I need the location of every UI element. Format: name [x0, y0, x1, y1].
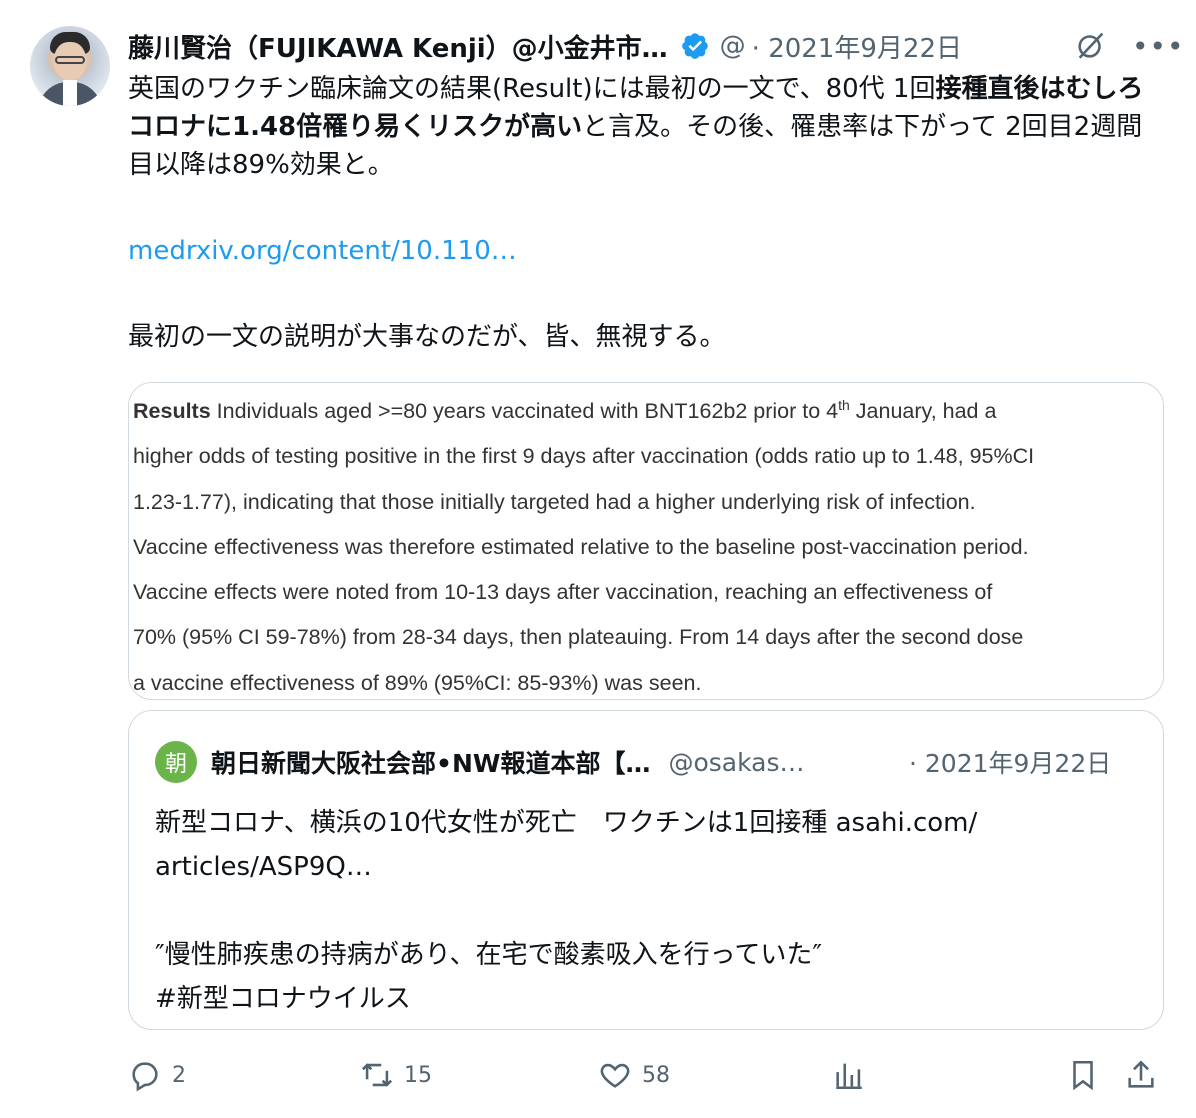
abstract-line-7: a vaccine effectiveness of 89% (95%CI: 8…	[133, 670, 702, 695]
abstract-line-3: 1.23-1.77), indicating that those initia…	[133, 489, 976, 514]
more-icon[interactable]: •••	[1132, 30, 1185, 63]
share-icon	[1128, 1060, 1154, 1088]
quote-hashtag[interactable]: #新型コロナウイルス	[155, 977, 1145, 1021]
verified-badge-icon	[681, 33, 708, 59]
quote-header: 朝日新聞大阪社会部•NW報道本部【… @osakas…	[211, 741, 805, 783]
tweet-text-part-1: 英国のワクチン臨床論文の結果(Result)には最初の一文で、80代 1回	[128, 74, 936, 104]
quote-date: · 2021年9月22日	[909, 749, 1112, 778]
author-name[interactable]: 藤川賢治（FUJIKAWA Kenji）@小金井市…	[128, 28, 668, 65]
quote-avatar[interactable]: 朝	[155, 741, 197, 783]
author-handle[interactable]: @	[720, 31, 746, 61]
abstract-line-1-end: January, had a	[849, 399, 997, 423]
like-icon	[600, 1063, 630, 1088]
retweet-button[interactable]: 15	[360, 1052, 432, 1098]
reply-count: 2	[172, 1062, 186, 1088]
author-avatar[interactable]	[30, 26, 110, 106]
abstract-line-6: 70% (95% CI 59-78%) from 28-34 days, the…	[133, 625, 1024, 650]
action-bar: 2 15 58	[128, 1052, 1168, 1098]
abstract-line-1: Individuals aged >=80 years vaccinated w…	[210, 399, 839, 423]
tweet-date[interactable]: · 2021年9月22日	[752, 28, 962, 65]
share-button[interactable]	[1124, 1052, 1158, 1098]
quote-text: 新型コロナ、横浜の10代女性が死亡 ワクチンは1回接種 asahi.com/ a…	[155, 801, 1145, 1021]
views-button[interactable]	[832, 1052, 866, 1098]
abstract-line: Results Individuals aged >=80 years vacc…	[133, 389, 1163, 434]
quote-handle: @osakas…	[668, 747, 805, 777]
bookmark-icon	[1073, 1060, 1093, 1091]
like-button[interactable]: 58	[598, 1052, 670, 1098]
grok-icon[interactable]	[1074, 28, 1108, 62]
quote-author-name: 朝日新聞大阪社会部•NW報道本部【…	[211, 749, 651, 778]
results-label: Results	[133, 399, 211, 423]
tweet-link[interactable]: medrxiv.org/content/10.110…	[128, 236, 517, 266]
retweet-icon	[361, 1063, 393, 1087]
quote-line-1: 新型コロナ、横浜の10代女性が死亡 ワクチンは1回接種 asahi.com/	[155, 808, 978, 838]
like-count: 58	[642, 1062, 670, 1088]
quote-line-3: ″慢性肺疾患の持病があり、在宅で酸素吸入を行っていた″	[155, 940, 823, 970]
quoted-tweet[interactable]: 朝 朝日新聞大阪社会部•NW報道本部【… @osakas… · 2021年9月2…	[128, 710, 1164, 1030]
retweet-count: 15	[404, 1062, 432, 1088]
reply-icon	[132, 1062, 158, 1092]
abstract-line-5: Vaccine effects were noted from 10-13 da…	[133, 580, 993, 605]
superscript: th	[838, 397, 850, 413]
reply-button[interactable]: 2	[128, 1052, 186, 1098]
tweet-header: 藤川賢治（FUJIKAWA Kenji）@小金井市… @ · 2021年9月22…	[128, 26, 1184, 66]
media-image[interactable]: Results Individuals aged >=80 years vacc…	[128, 382, 1164, 700]
tweet-text-line-2: 最初の一文の説明が大事なのだが、皆、無視する。	[128, 322, 726, 352]
tweet-text: 英国のワクチン臨床論文の結果(Result)には最初の一文で、80代 1回接種直…	[128, 70, 1158, 184]
abstract-text: Results Individuals aged >=80 years vacc…	[133, 389, 1163, 699]
abstract-line-4: Vaccine effectiveness was therefore esti…	[133, 534, 1029, 559]
abstract-line-2: higher odds of testing positive in the f…	[133, 444, 1035, 469]
views-icon	[836, 1063, 862, 1090]
bookmark-button[interactable]	[1066, 1052, 1100, 1098]
quote-line-2: articles/ASP9Q…	[155, 852, 372, 882]
